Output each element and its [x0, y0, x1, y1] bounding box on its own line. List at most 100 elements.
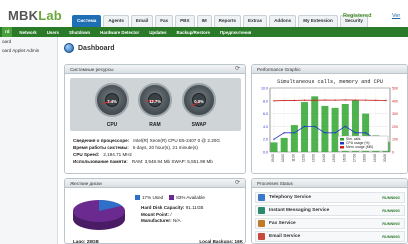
series-point: [314, 99, 316, 101]
registered-label[interactable]: Registered: [343, 13, 371, 19]
series-point: [354, 132, 357, 134]
sim-calls-bar: [311, 96, 319, 152]
subnav-updates[interactable]: Updates: [146, 30, 169, 35]
subnav-shutdown[interactable]: Shutdown: [66, 30, 93, 35]
legend-swatch: [135, 195, 140, 200]
tab-system[interactable]: Система: [72, 15, 102, 27]
sim-calls-bar: [270, 142, 278, 152]
left-tick-label: 4.0: [263, 125, 268, 129]
email-icon: [258, 233, 265, 240]
sidebar-item-dashboard[interactable]: oard: [0, 37, 57, 46]
x-tick-label: 13:00: [312, 154, 316, 162]
tab-addons[interactable]: Addons: [269, 15, 297, 27]
process-status: RUNNING: [382, 221, 400, 226]
series-point: [283, 99, 285, 102]
process-row-fax[interactable]: Fax Service RUNNING: [255, 218, 405, 229]
sidebar-item-applet-admin[interactable]: oard Applet Admin: [0, 46, 57, 55]
system-resources-panel: Системные ресурсы ⟳ 7.4% CPU 12.7% RAM 0…: [64, 64, 246, 174]
right-tick-label: 500: [392, 87, 398, 91]
process-name: Fax Service: [269, 221, 296, 226]
x-tick-label: 11:00: [291, 154, 295, 162]
series-point: [293, 132, 296, 134]
series-point: [344, 99, 346, 101]
sim-calls-bar: [321, 105, 329, 152]
x-tick-label: 17:00: [352, 154, 356, 162]
panel-header[interactable]: Системные ресурсы ⟳: [65, 65, 245, 74]
app-logo[interactable]: MBKLab: [8, 8, 62, 23]
tab-pbx[interactable]: PBX: [175, 15, 195, 27]
x-tick-label: 10:00: [281, 154, 285, 162]
series-point: [273, 100, 275, 102]
left-tick-label: 8.0: [263, 99, 268, 103]
series-point: [334, 132, 336, 134]
subnav-hardware-detector[interactable]: Hardware Detector: [97, 30, 142, 35]
sim-calls-bar: [280, 137, 288, 152]
info-row: Время работы системы: 5 days, 20 hour(s),…: [73, 145, 198, 150]
tab-email[interactable]: Email: [130, 15, 154, 27]
process-name: Email Service: [269, 234, 301, 239]
legend-swatch: [340, 146, 344, 149]
subnav-preferences[interactable]: Предпочтения: [217, 30, 254, 35]
right-tick-label: 300: [392, 112, 398, 116]
panel-title: Жесткие диски: [70, 180, 102, 186]
sim-calls-bar: [331, 107, 339, 152]
series-point: [273, 138, 275, 140]
subnav-network[interactable]: Network: [16, 30, 39, 35]
disk-info: Hard Disk Capacity: 91.11GB Mount Point:…: [141, 205, 203, 225]
process-name: Instant Messaging Service: [269, 208, 330, 213]
panel-title: Performance Graphic: [257, 66, 301, 72]
right-tick-label: 0: [392, 151, 394, 155]
subnav-users[interactable]: Users: [44, 30, 62, 35]
performance-panel: Performance Graphic Simultaneous calls, …: [251, 64, 408, 174]
hard-disks-panel: Жесткие диски ⟳ 17% Used 83% Available H…: [64, 178, 246, 244]
right-tick-label: 100: [392, 138, 398, 142]
process-row-email[interactable]: Email Service RUNNING: [255, 231, 405, 242]
ram-gauge: 12.7%: [138, 83, 172, 117]
subnav-dashboard[interactable]: rd: [2, 27, 13, 37]
x-tick-label: 16:00: [342, 154, 346, 162]
version-link[interactable]: Ver: [392, 13, 400, 19]
series-point: [283, 132, 285, 134]
performance-chart: Simultaneous calls, memory and CPU 10.0 50…: [261, 79, 398, 162]
legend-swatch: [169, 195, 175, 200]
refresh-icon[interactable]: ⟳: [235, 180, 240, 186]
refresh-icon[interactable]: ⟳: [235, 66, 240, 72]
telephone-icon: [258, 194, 265, 201]
panel-header[interactable]: Жесткие диски ⟳: [65, 179, 245, 188]
dashboard-icon: [64, 43, 74, 53]
gauge-value: 7.4%: [107, 99, 117, 104]
tab-im[interactable]: IM: [196, 15, 212, 27]
x-tick-label: 14:00: [322, 154, 326, 162]
series-point: [344, 125, 346, 128]
info-row: CPU Speed: 2,194.71 MHz: [73, 152, 132, 157]
process-row-telephony[interactable]: Telephony Service RUNNING: [255, 192, 405, 203]
panel-title: Системные ресурсы: [70, 66, 114, 72]
x-tick-label: 15:00: [332, 154, 336, 162]
series-point: [364, 132, 367, 134]
series-point: [375, 99, 377, 101]
panel-header[interactable]: Performance Graphic: [252, 65, 407, 74]
left-tick-label: 0.0: [263, 151, 268, 155]
system-info: Сведения о процессоре: Intel(R) Xeon(R) C…: [73, 137, 220, 165]
gauge-value: 0.0%: [194, 99, 204, 104]
panel-header[interactable]: Processes Status: [252, 179, 407, 188]
tab-fax[interactable]: Fax: [155, 15, 174, 27]
chat-icon: [258, 207, 265, 214]
panel-title: Processes Status: [257, 180, 293, 186]
disk-legend: 17% Used 83% Available: [135, 195, 205, 200]
tab-reports[interactable]: Reports: [213, 15, 242, 27]
gauge-label-ram: RAM: [149, 122, 161, 128]
series-point: [364, 99, 367, 101]
left-sidebar: oard oard Applet Admin: [0, 37, 58, 244]
process-status: RUNNING: [382, 234, 400, 239]
sub-navigation: rd Network Users Shutdown Hardware Detec…: [0, 27, 408, 37]
tab-extras[interactable]: Extras: [243, 15, 268, 27]
process-status: RUNNING: [382, 195, 400, 200]
sim-calls-bar: [290, 125, 298, 152]
tab-agents[interactable]: Agents: [103, 15, 129, 27]
tab-my-extension[interactable]: My Extension: [298, 15, 338, 27]
series-point: [385, 99, 387, 102]
subnav-backup-restore[interactable]: Backup/Restore: [174, 30, 213, 35]
process-row-im[interactable]: Instant Messaging Service RUNNING: [255, 205, 405, 216]
fax-icon: [258, 220, 265, 227]
